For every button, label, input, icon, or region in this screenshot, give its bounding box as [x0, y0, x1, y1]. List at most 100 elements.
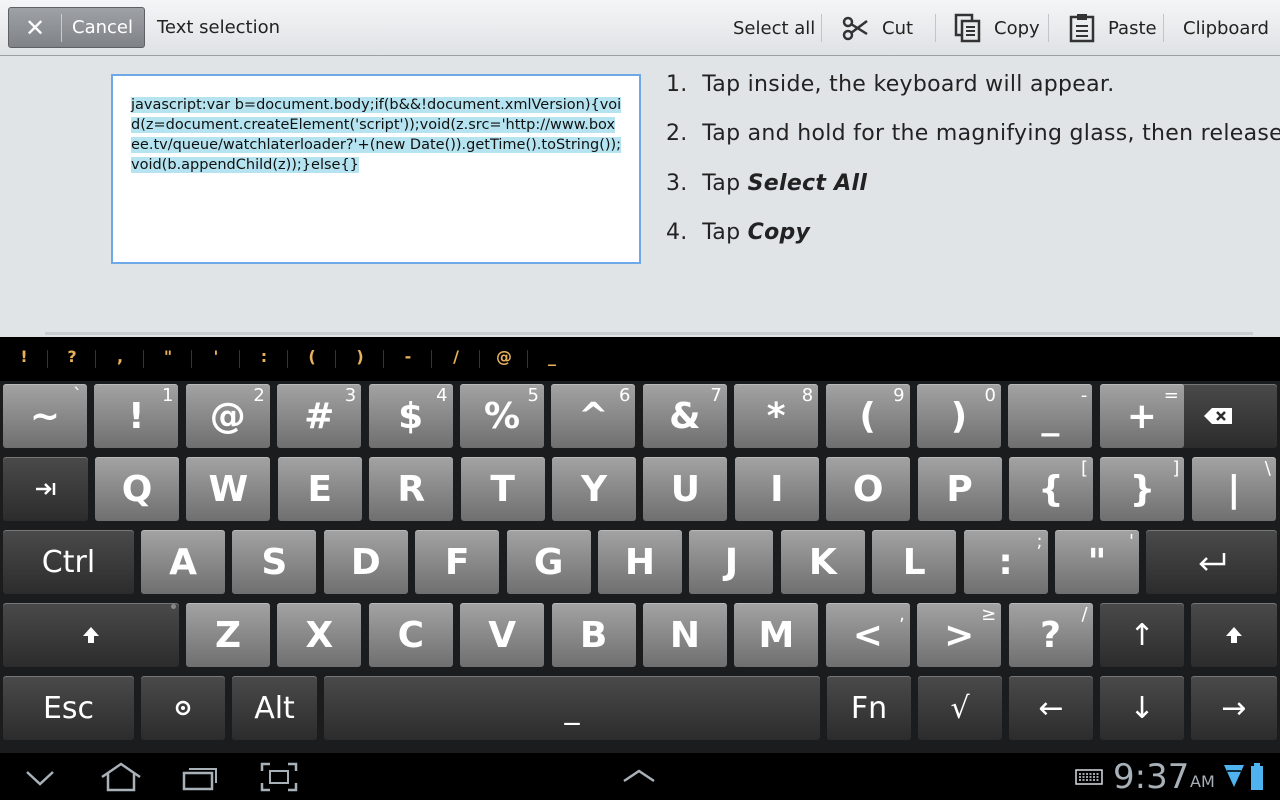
key[interactable]: X: [277, 603, 362, 667]
key[interactable]: U: [643, 457, 728, 521]
key-label: L: [902, 541, 926, 583]
key[interactable]: I: [734, 457, 819, 521]
key[interactable]: F: [415, 530, 500, 594]
clipboard-button[interactable]: Clipboard: [1183, 0, 1269, 56]
key-label: A: [169, 541, 197, 583]
hide-keyboard-icon[interactable]: [24, 769, 56, 787]
up-arrow-key[interactable]: ↑: [1100, 603, 1184, 667]
key[interactable]: G: [506, 530, 591, 594]
key[interactable]: C: [368, 603, 453, 667]
key[interactable]: W: [186, 457, 271, 521]
key[interactable]: & 7: [642, 384, 727, 448]
symbol-suggestion[interactable]: ): [336, 347, 384, 366]
key[interactable]: :;: [963, 530, 1048, 594]
key-label: _: [1041, 395, 1060, 437]
settings-key[interactable]: [141, 676, 225, 740]
key[interactable]: {[: [1009, 457, 1093, 521]
key[interactable]: ~ `: [3, 384, 87, 448]
key[interactable]: _ -: [1008, 384, 1093, 448]
check-key[interactable]: √: [918, 676, 1002, 740]
screenshot-icon[interactable]: [260, 762, 298, 792]
symbol-divider: [431, 350, 432, 368]
symbol-suggestion[interactable]: !: [0, 347, 48, 366]
key[interactable]: ) 0: [917, 384, 1001, 448]
symbol-suggestion[interactable]: (: [288, 347, 336, 366]
symbol-suggestion[interactable]: _: [528, 347, 576, 366]
key[interactable]: ! 1: [94, 384, 179, 448]
key-label: <: [852, 614, 883, 656]
recent-apps-icon[interactable]: [182, 763, 220, 791]
key[interactable]: P: [917, 457, 1002, 521]
key[interactable]: V: [460, 603, 545, 667]
cut-button[interactable]: Cut: [840, 0, 913, 56]
symbol-suggestion[interactable]: -: [384, 347, 432, 366]
key[interactable]: K: [780, 530, 865, 594]
key[interactable]: B: [551, 603, 636, 667]
key[interactable]: ^ 6: [551, 384, 636, 448]
symbol-suggestion[interactable]: ': [192, 347, 240, 366]
down-arrow-key[interactable]: ↓: [1100, 676, 1184, 740]
step-number: 2.: [666, 121, 688, 146]
tab-key[interactable]: [3, 457, 88, 521]
key[interactable]: % 5: [460, 384, 544, 448]
alt-key[interactable]: Alt: [232, 676, 317, 740]
key[interactable]: O: [826, 457, 911, 521]
esc-key[interactable]: Esc: [3, 676, 134, 740]
key-alt-label: [: [1080, 458, 1088, 479]
symbol-suggestion[interactable]: /: [432, 347, 480, 366]
right-shift-key[interactable]: [1191, 603, 1277, 667]
symbol-suggestion[interactable]: ?: [48, 347, 96, 366]
key[interactable]: <,: [825, 603, 910, 667]
chevron-up-icon[interactable]: [622, 769, 656, 783]
key[interactable]: * 8: [734, 384, 819, 448]
key-label: @: [209, 395, 246, 437]
key[interactable]: J: [689, 530, 774, 594]
symbol-suggestion[interactable]: @: [480, 347, 528, 366]
step-text: Tap inside, the keyboard will appear.: [702, 72, 1115, 97]
key[interactable]: | \: [1191, 457, 1276, 521]
key[interactable]: > ≥: [917, 603, 1002, 667]
key[interactable]: Q: [95, 457, 179, 521]
key[interactable]: A: [141, 530, 225, 594]
enter-key[interactable]: [1146, 530, 1277, 594]
key[interactable]: #3: [277, 384, 362, 448]
key[interactable]: D: [323, 530, 408, 594]
key[interactable]: (9: [825, 384, 910, 448]
key-label: |: [1227, 468, 1241, 510]
key[interactable]: L: [872, 530, 957, 594]
select-all-button[interactable]: Select all: [733, 0, 815, 56]
key[interactable]: H: [598, 530, 682, 594]
key[interactable]: Z: [186, 603, 270, 667]
key[interactable]: " ': [1055, 530, 1139, 594]
key[interactable]: N: [643, 603, 727, 667]
ctrl-key[interactable]: Ctrl: [3, 530, 134, 594]
key-label: U: [670, 468, 700, 510]
paste-button[interactable]: Paste: [1068, 0, 1157, 56]
key[interactable]: M: [734, 603, 819, 667]
key-label: F: [444, 541, 470, 583]
key[interactable]: + =: [1099, 384, 1184, 448]
symbol-suggestion[interactable]: ,: [96, 347, 144, 366]
shift-key[interactable]: [3, 603, 179, 667]
symbol-suggestion[interactable]: :: [240, 347, 288, 366]
copy-button[interactable]: Copy: [954, 0, 1040, 56]
fn-key[interactable]: Fn: [827, 676, 911, 740]
key[interactable]: R: [369, 457, 454, 521]
symbol-suggestion[interactable]: ": [144, 347, 192, 366]
selected-text: javascript:var b=document.body;if(b&&!do…: [131, 97, 622, 173]
cancel-divider: [61, 13, 62, 42]
key[interactable]: }]: [1100, 457, 1185, 521]
key[interactable]: E: [277, 457, 362, 521]
key[interactable]: @2: [185, 384, 270, 448]
key[interactable]: ? /: [1008, 603, 1093, 667]
left-arrow-key[interactable]: ←: [1009, 676, 1093, 740]
right-arrow-key[interactable]: →: [1191, 676, 1277, 740]
cancel-button[interactable]: ✕ Cancel: [8, 7, 145, 48]
key[interactable]: Y: [552, 457, 636, 521]
key[interactable]: S: [232, 530, 317, 594]
space-key[interactable]: _: [324, 676, 820, 740]
home-icon[interactable]: [98, 762, 144, 792]
key[interactable]: $4: [368, 384, 453, 448]
key[interactable]: T: [460, 457, 545, 521]
bookmarklet-text-field[interactable]: javascript:var b=document.body;if(b&&!do…: [111, 74, 641, 264]
